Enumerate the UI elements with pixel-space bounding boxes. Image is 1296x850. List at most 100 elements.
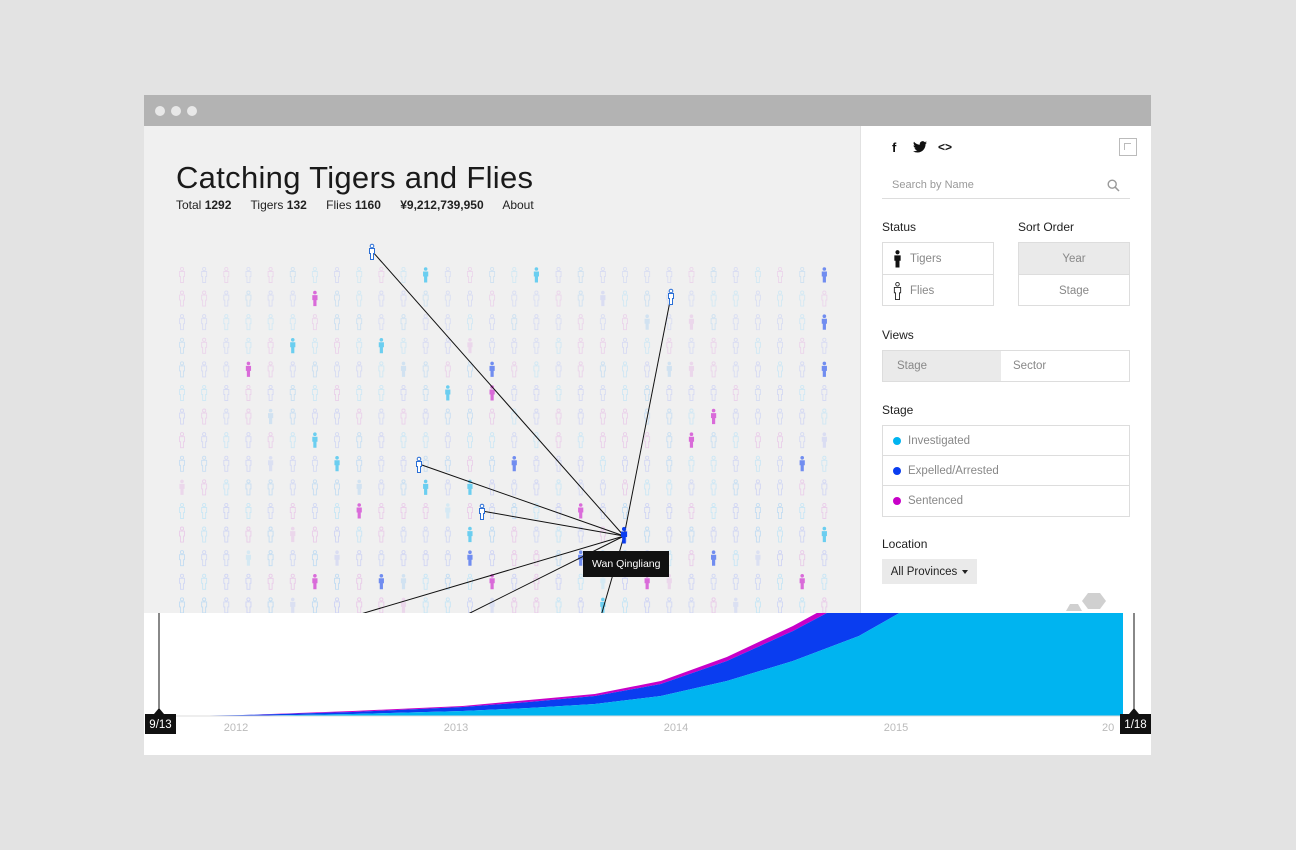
- person-icon[interactable]: [688, 550, 695, 567]
- person-icon[interactable]: [710, 314, 717, 331]
- person-icon[interactable]: [245, 290, 252, 307]
- person-icon[interactable]: [179, 597, 185, 613]
- person-icon[interactable]: [622, 266, 628, 283]
- person-icon[interactable]: [311, 361, 318, 378]
- person-icon[interactable]: [489, 455, 496, 472]
- person-icon[interactable]: [688, 455, 695, 472]
- person-icon[interactable]: [467, 550, 473, 566]
- person-icon[interactable]: [356, 408, 363, 425]
- person-icon[interactable]: [422, 502, 429, 519]
- person-icon[interactable]: [799, 266, 806, 283]
- person-icon[interactable]: [489, 502, 496, 519]
- person-icon[interactable]: [688, 502, 695, 519]
- person-icon[interactable]: [223, 550, 230, 567]
- person-icon[interactable]: [511, 361, 518, 378]
- person-icon[interactable]: [511, 337, 518, 354]
- person-icon[interactable]: [289, 290, 296, 307]
- person-icon[interactable]: [599, 361, 606, 378]
- person-icon[interactable]: [511, 314, 518, 331]
- person-icon[interactable]: [666, 361, 672, 377]
- person-icon[interactable]: [821, 479, 828, 496]
- person-icon[interactable]: [533, 314, 540, 331]
- person-icon[interactable]: [334, 479, 340, 496]
- person-icon[interactable]: [732, 455, 739, 472]
- person-icon[interactable]: [710, 290, 717, 307]
- person-icon[interactable]: [245, 361, 252, 377]
- person-icon[interactable]: [467, 502, 473, 519]
- person-icon[interactable]: [799, 526, 806, 543]
- person-icon[interactable]: [644, 479, 651, 496]
- person-icon[interactable]: [467, 455, 473, 472]
- person-icon[interactable]: [777, 526, 783, 543]
- person-icon[interactable]: [356, 337, 363, 354]
- person-icon[interactable]: [444, 408, 451, 425]
- person-icon[interactable]: [710, 455, 717, 472]
- person-icon[interactable]: [754, 455, 761, 472]
- person-icon[interactable]: [732, 479, 739, 496]
- person-icon[interactable]: [267, 432, 274, 449]
- person-icon[interactable]: [489, 266, 496, 283]
- person-icon[interactable]: [179, 266, 185, 283]
- person-icon[interactable]: [423, 479, 429, 495]
- connected-person-icon[interactable]: [479, 503, 485, 520]
- person-icon[interactable]: [710, 337, 717, 354]
- person-icon[interactable]: [422, 573, 429, 590]
- person-icon[interactable]: [622, 337, 628, 354]
- person-icon[interactable]: [777, 314, 783, 331]
- person-icon[interactable]: [311, 455, 318, 472]
- person-icon[interactable]: [334, 361, 340, 378]
- person-icon[interactable]: [799, 502, 806, 519]
- person-icon[interactable]: [267, 550, 274, 567]
- person-icon[interactable]: [622, 290, 628, 307]
- person-icon[interactable]: [267, 502, 274, 519]
- person-icon[interactable]: [555, 266, 562, 283]
- person-icon[interactable]: [356, 479, 362, 495]
- person-icon[interactable]: [179, 526, 185, 543]
- person-icon[interactable]: [821, 502, 828, 519]
- person-icon[interactable]: [422, 455, 429, 472]
- person-icon[interactable]: [444, 526, 451, 543]
- person-icon[interactable]: [201, 408, 208, 425]
- person-icon[interactable]: [821, 455, 828, 472]
- person-icon[interactable]: [710, 573, 717, 590]
- person-icon[interactable]: [821, 314, 827, 330]
- person-icon[interactable]: [422, 408, 429, 425]
- person-icon[interactable]: [312, 290, 318, 307]
- person-icon[interactable]: [179, 573, 185, 590]
- view-option-stage[interactable]: Stage: [883, 351, 1001, 381]
- person-icon[interactable]: [821, 384, 828, 401]
- connected-person-icon[interactable]: [416, 456, 422, 473]
- person-icon[interactable]: [799, 337, 806, 354]
- person-icon[interactable]: [799, 597, 806, 613]
- expand-icon[interactable]: [1119, 138, 1137, 156]
- person-icon[interactable]: [179, 502, 185, 519]
- person-icon[interactable]: [179, 337, 185, 354]
- stage-item-investigated[interactable]: Investigated: [883, 426, 1129, 455]
- person-icon[interactable]: [555, 314, 562, 331]
- person-icon[interactable]: [732, 432, 739, 449]
- person-icon[interactable]: [599, 432, 606, 449]
- person-icon[interactable]: [223, 502, 230, 519]
- person-icon[interactable]: [688, 408, 695, 425]
- person-icon[interactable]: [777, 361, 783, 378]
- person-icon[interactable]: [732, 290, 739, 307]
- person-icon[interactable]: [577, 526, 584, 543]
- person-icon[interactable]: [710, 479, 717, 496]
- person-icon[interactable]: [599, 502, 606, 519]
- person-icon[interactable]: [732, 526, 739, 543]
- person-icon[interactable]: [289, 502, 296, 519]
- person-icon[interactable]: [555, 526, 562, 543]
- person-icon[interactable]: [400, 479, 407, 496]
- person-icon[interactable]: [732, 384, 739, 401]
- person-icon[interactable]: [312, 574, 318, 590]
- person-icon[interactable]: [400, 550, 407, 567]
- person-icon[interactable]: [821, 550, 828, 567]
- person-icon[interactable]: [267, 266, 274, 283]
- person-icon[interactable]: [711, 408, 717, 425]
- person-icon[interactable]: [577, 314, 584, 331]
- person-icon[interactable]: [467, 290, 473, 307]
- person-icon[interactable]: [179, 550, 185, 567]
- person-icon[interactable]: [577, 337, 584, 354]
- sort-option-stage[interactable]: Stage: [1019, 275, 1129, 306]
- person-icon[interactable]: [644, 266, 651, 283]
